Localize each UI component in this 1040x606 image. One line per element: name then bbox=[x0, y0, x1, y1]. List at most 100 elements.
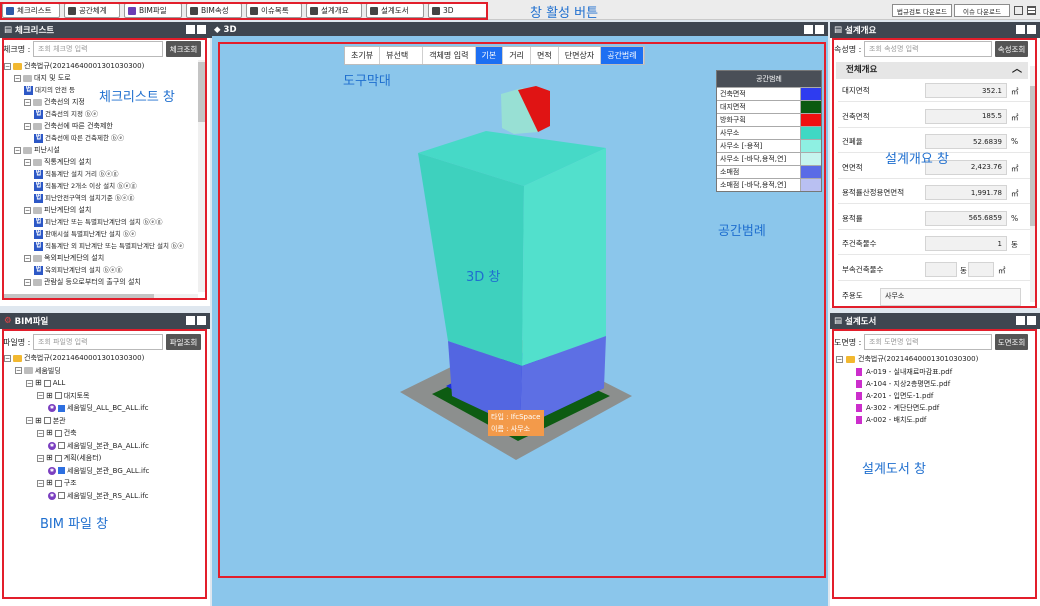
overview-search-button[interactable]: 속성조회 bbox=[995, 41, 1028, 57]
checklist-item[interactable]: − 대지 및 도로 bbox=[4, 72, 196, 84]
overview-row-value[interactable]: 52.6839 bbox=[925, 134, 1007, 149]
checkbox[interactable] bbox=[54, 429, 62, 437]
checklist-search-button[interactable]: 체크조회 bbox=[166, 41, 201, 57]
checkbox[interactable] bbox=[58, 442, 65, 450]
collapse-icon[interactable]: − bbox=[24, 122, 31, 130]
collapse-icon[interactable]: − bbox=[37, 429, 44, 437]
checklist-item[interactable]: 법 건축선에 따른 건축제한 ⓑⓔ bbox=[4, 132, 196, 144]
collapse-icon[interactable]: − bbox=[14, 146, 21, 154]
close-icon[interactable] bbox=[197, 316, 206, 325]
checklist-search-input[interactable]: 조회 체크명 입력 bbox=[33, 41, 163, 57]
toolbar-button-0[interactable]: #2e5ba8체크리스트 bbox=[2, 3, 60, 18]
drawings-search-button[interactable]: 도면조회 bbox=[995, 334, 1028, 350]
bimfile-item[interactable]: − ⊞ 건축 bbox=[4, 427, 204, 440]
toolbar-button-4[interactable]: #444이슈목록 bbox=[246, 3, 302, 18]
close-icon[interactable] bbox=[1027, 316, 1036, 325]
drawing-file[interactable]: A-104 - 지상2층평면도.pdf bbox=[856, 378, 952, 390]
collapse-icon[interactable]: − bbox=[14, 74, 21, 82]
toolbar-button-2[interactable]: #6a3fb5BIM파일 bbox=[124, 3, 182, 18]
collapse-icon[interactable]: − bbox=[24, 98, 31, 106]
checklist-item[interactable]: − 피난시설 bbox=[4, 144, 196, 156]
checklist-item[interactable]: − 건축법규(20214640001301030300) bbox=[4, 60, 196, 72]
close-icon[interactable] bbox=[1027, 25, 1036, 34]
checklist-item[interactable]: 법 피난계단 또는 특별피난계단의 설치 ⓑⓔⓖ bbox=[4, 216, 196, 228]
overview-row-value[interactable] bbox=[925, 261, 957, 277]
checkbox[interactable] bbox=[58, 404, 65, 412]
tool-5[interactable]: 면적 bbox=[531, 47, 559, 64]
collapse-icon[interactable]: − bbox=[37, 479, 44, 487]
checklist-item[interactable]: 법 직통계단 외 피난계단 또는 특별피난계단 설치 ⓑⓔ bbox=[4, 240, 196, 252]
tool-3[interactable]: 기본 bbox=[475, 47, 504, 64]
checklist-item[interactable]: − 옥외피난계단의 설치 bbox=[4, 252, 196, 264]
restore-icon[interactable] bbox=[1016, 316, 1025, 325]
tool-7[interactable]: 공간범례 bbox=[601, 47, 644, 64]
restore-icon[interactable] bbox=[186, 25, 195, 34]
bimfile-item[interactable]: ✱ 세움빌딩_본관_RS_ALL.ifc bbox=[4, 490, 204, 503]
toolbar-button-1[interactable]: #444공간체계 bbox=[64, 3, 120, 18]
checklist-item[interactable]: − 직통계단의 설치 bbox=[4, 156, 196, 168]
collapse-icon[interactable]: − bbox=[24, 158, 31, 166]
overview-scrollbar[interactable] bbox=[1030, 66, 1036, 302]
download-review-button[interactable]: 법규검토 다운로드 bbox=[892, 4, 952, 17]
collapse-icon[interactable]: − bbox=[24, 206, 31, 214]
close-icon[interactable] bbox=[815, 25, 824, 34]
bimfile-item[interactable]: ✱ 세움빌딩_본관_BA_ALL.ifc bbox=[4, 440, 204, 453]
close-icon[interactable] bbox=[197, 25, 206, 34]
bimfile-item[interactable]: − ⊞ 본관 bbox=[4, 415, 204, 428]
restore-icon[interactable] bbox=[1016, 25, 1025, 34]
overview-search-input[interactable]: 조회 속성명 입력 bbox=[864, 41, 992, 57]
checkbox[interactable] bbox=[58, 492, 65, 500]
drawing-file[interactable]: A-302 - 계단단면도.pdf bbox=[856, 402, 952, 414]
collapse-icon[interactable]: − bbox=[37, 392, 44, 400]
drawings-search-input[interactable]: 조회 도면명 입력 bbox=[864, 334, 992, 350]
chevron-up-icon[interactable]: ︿ bbox=[1012, 61, 1022, 78]
checklist-item[interactable]: 법 직통계단 설치 거리 ⓑⓔⓖ bbox=[4, 168, 196, 180]
checkbox[interactable] bbox=[43, 417, 51, 425]
toolbar-button-6[interactable]: #444설계도서 bbox=[366, 3, 424, 18]
tool-0[interactable]: 초기뷰 bbox=[345, 47, 381, 64]
collapse-icon[interactable]: − bbox=[4, 62, 11, 70]
checklist-item[interactable]: 법 옥외피난계단의 설치 ⓑⓔⓖ bbox=[4, 264, 196, 276]
checklist-item[interactable]: − 피난계단의 설치 bbox=[4, 204, 196, 216]
collapse-icon[interactable]: − bbox=[24, 278, 31, 286]
menu-icon[interactable] bbox=[1027, 6, 1036, 15]
checklist-scrollbar[interactable] bbox=[198, 60, 205, 292]
tool-4[interactable]: 거리 bbox=[503, 47, 531, 64]
overview-row-value-2[interactable] bbox=[968, 261, 994, 277]
overview-row-value[interactable]: 565.6859 bbox=[925, 210, 1007, 226]
bimfile-item[interactable]: − ⊞ 구조 bbox=[4, 477, 204, 490]
layout-icon[interactable] bbox=[1014, 6, 1023, 15]
bimfile-item[interactable]: − ⊞ 대지토목 bbox=[4, 390, 204, 403]
bimfile-search-button[interactable]: 파일조회 bbox=[166, 334, 201, 350]
drawing-file[interactable]: A-002 - 배치도.pdf bbox=[856, 414, 952, 426]
collapse-icon[interactable]: − bbox=[836, 355, 843, 363]
checklist-hscrollbar[interactable] bbox=[4, 294, 198, 300]
bimfile-item[interactable]: ✱ 세움빌딩_ALL_BC_ALL.ifc bbox=[4, 402, 204, 415]
overview-row-value[interactable]: 352.1 bbox=[925, 83, 1007, 98]
overview-main-use-value[interactable]: 사무소 bbox=[880, 288, 1021, 306]
tool-2[interactable]: 객체명 입력 bbox=[423, 47, 476, 64]
checkbox[interactable] bbox=[43, 379, 51, 387]
checkbox[interactable] bbox=[58, 467, 65, 475]
checkbox[interactable] bbox=[54, 454, 62, 462]
bimfile-item[interactable]: − ⊞ ALL bbox=[4, 377, 204, 390]
drawing-file[interactable]: A-019 - 실내재료마감표.pdf bbox=[856, 366, 952, 378]
bimfile-item[interactable]: ✱ 세움빌딩_본관_BG_ALL.ifc bbox=[4, 465, 204, 478]
toolbar-button-7[interactable]: #4443D bbox=[428, 3, 488, 18]
toolbar-button-5[interactable]: #444설계개요 bbox=[306, 3, 362, 18]
overview-row-value[interactable]: 1 bbox=[925, 236, 1007, 251]
bimfile-search-input[interactable]: 조회 파일명 입력 bbox=[33, 334, 163, 350]
drawing-file[interactable]: A-201 - 입면도-1.pdf bbox=[856, 390, 952, 402]
download-issue-button[interactable]: 이슈 다운로드 bbox=[954, 4, 1010, 17]
bimfile-item[interactable]: − 세움빌딩 bbox=[4, 365, 204, 378]
collapse-icon[interactable]: − bbox=[24, 254, 31, 262]
drawings-root[interactable]: − 건축법규(20214640001301030300) bbox=[836, 354, 978, 364]
collapse-icon[interactable]: − bbox=[4, 354, 11, 362]
checklist-item[interactable]: − 관람실 등으로부터의 출구의 설치 bbox=[4, 276, 196, 288]
restore-icon[interactable] bbox=[186, 316, 195, 325]
checklist-item[interactable]: 법 판매시설 특별피난계단 설치 ⓑⓔ bbox=[4, 228, 196, 240]
bimfile-item[interactable]: − ⊞ 계획(세움터) bbox=[4, 452, 204, 465]
checkbox[interactable] bbox=[54, 392, 62, 400]
collapse-icon[interactable]: − bbox=[15, 367, 22, 375]
overview-row-value[interactable]: 1,991.78 bbox=[925, 185, 1007, 200]
